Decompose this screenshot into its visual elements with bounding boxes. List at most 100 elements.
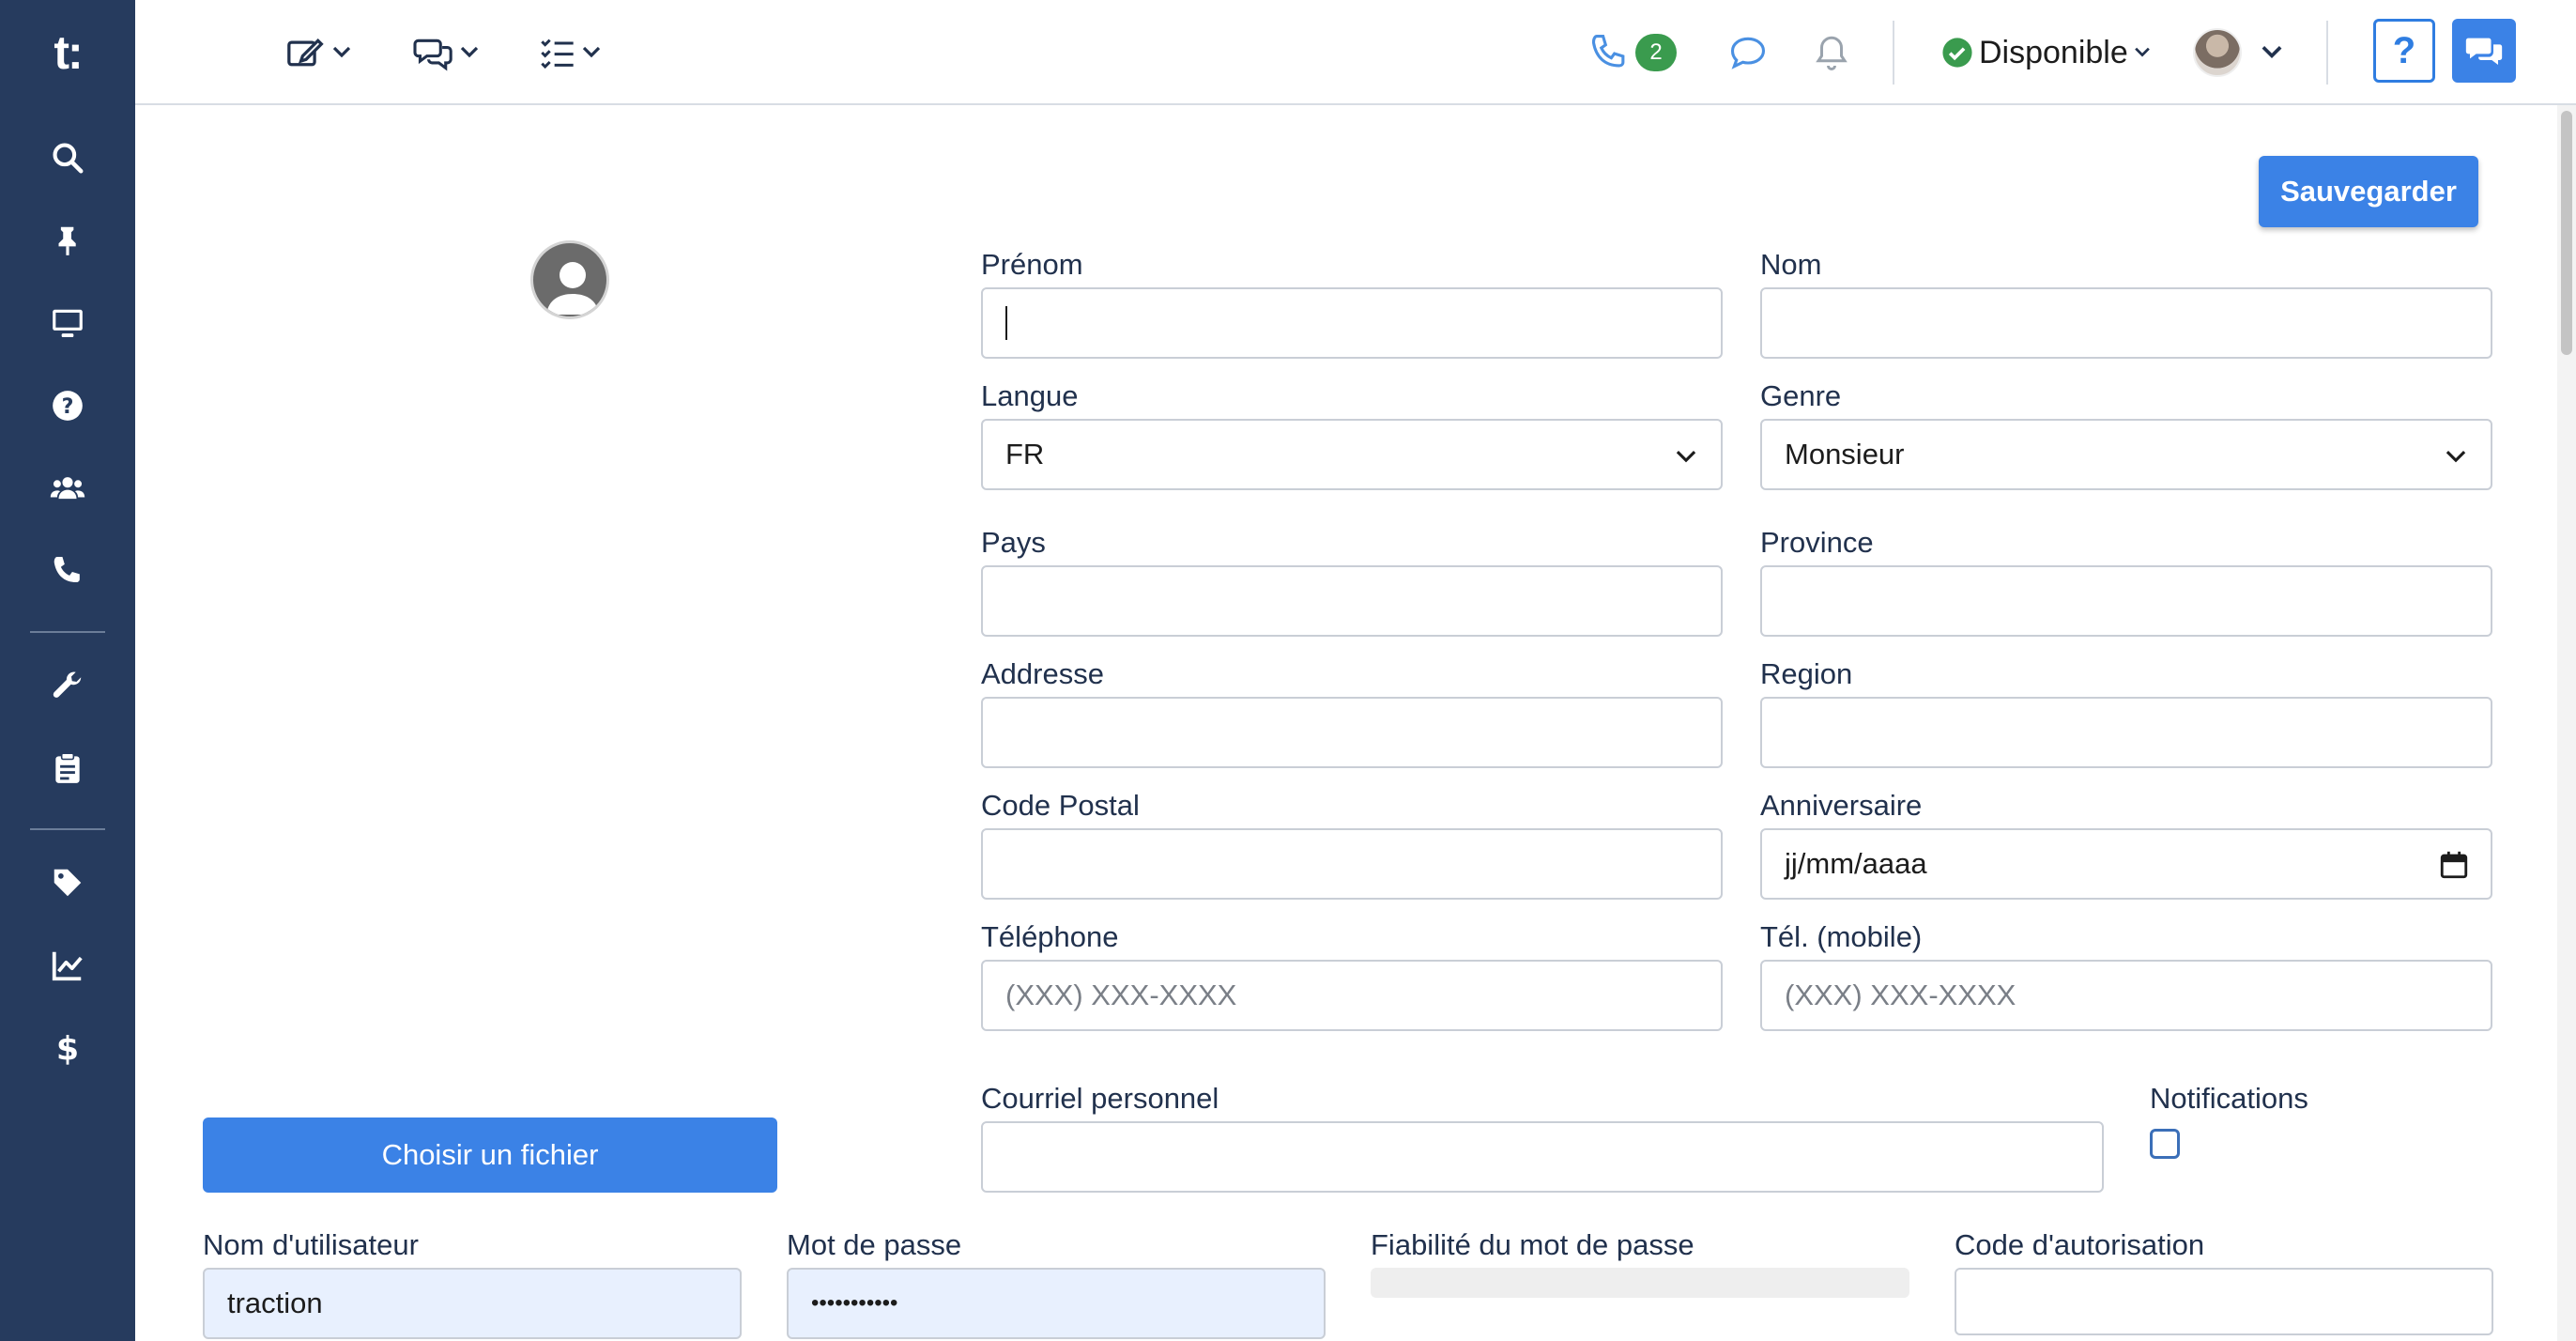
courriel-label: Courriel personnel <box>981 1082 1219 1115</box>
tel-mobile-input[interactable]: (XXX) XXX-XXXX <box>1760 960 2492 1031</box>
password-value: ••••••••••• <box>811 1290 898 1316</box>
password-strength-meter <box>1371 1268 1909 1298</box>
messages-button[interactable] <box>1727 23 1769 83</box>
status-dropdown[interactable]: Disponible <box>1941 23 2151 83</box>
region-label: Region <box>1760 657 1853 690</box>
password-input[interactable]: ••••••••••• <box>787 1268 1326 1339</box>
chat-panel-button[interactable] <box>2452 19 2516 83</box>
sidebar-divider <box>30 828 105 830</box>
nom-input[interactable] <box>1760 287 2492 359</box>
sidebar-item-phone[interactable] <box>0 541 135 601</box>
user-silhouette-icon <box>546 262 599 315</box>
telephone-placeholder: (XXX) XXX-XXXX <box>1005 979 1237 1011</box>
help-circle-icon: ? <box>53 391 83 421</box>
username-value: traction <box>227 1287 323 1319</box>
sidebar-item-pin[interactable] <box>0 210 135 270</box>
sidebar-item-help[interactable]: ? <box>0 376 135 436</box>
password-strength-label: Fiabilité du mot de passe <box>1371 1228 1694 1261</box>
chevron-down-icon <box>2446 450 2466 463</box>
langue-label: Langue <box>981 379 1079 412</box>
auth-code-label: Code d'autorisation <box>1955 1228 2205 1261</box>
edit-icon <box>287 38 324 67</box>
region-input[interactable] <box>1760 697 2492 768</box>
phone-icon <box>54 556 80 583</box>
calendar-icon[interactable] <box>2438 849 2470 881</box>
chevron-down-icon <box>460 46 479 58</box>
username-label: Nom d'utilisateur <box>203 1228 419 1261</box>
phone-icon <box>1591 35 1625 68</box>
topbar: 2 Disponible ? <box>135 0 2576 105</box>
sidebar-divider <box>30 631 105 633</box>
province-label: Province <box>1760 526 1874 559</box>
wrench-icon <box>53 671 82 698</box>
addresse-label: Addresse <box>981 657 1104 690</box>
chevron-down-icon <box>1676 450 1696 463</box>
status-label: Disponible <box>1979 34 2128 70</box>
calls-button[interactable]: 2 <box>1588 23 1677 83</box>
sidebar-item-billing[interactable]: $ <box>0 1018 135 1078</box>
sidebar-item-users[interactable] <box>0 458 135 518</box>
prenom-label: Prénom <box>981 248 1083 281</box>
dollar-icon: $ <box>56 1031 79 1066</box>
telephone-label: Téléphone <box>981 920 1119 953</box>
app-logo[interactable]: t: <box>0 0 135 105</box>
anniversaire-value: jj/mm/aaaa <box>1785 847 1927 880</box>
bell-icon <box>1816 36 1848 70</box>
monitor-icon <box>53 309 83 338</box>
telephone-input[interactable]: (XXX) XXX-XXXX <box>981 960 1723 1031</box>
genre-select[interactable]: Monsieur <box>1760 419 2492 490</box>
pays-input[interactable] <box>981 565 1723 637</box>
genre-label: Genre <box>1760 379 1842 412</box>
genre-value: Monsieur <box>1785 438 1905 470</box>
langue-select[interactable]: FR <box>981 419 1723 490</box>
notifications-label: Notifications <box>2150 1082 2308 1115</box>
users-icon <box>50 477 85 500</box>
check-circle-icon <box>1942 38 1972 68</box>
tel-mobile-label: Tél. (mobile) <box>1760 920 1923 953</box>
anniversaire-date-input[interactable]: jj/mm/aaaa <box>1760 828 2492 900</box>
password-label: Mot de passe <box>787 1228 962 1261</box>
help-label: ? <box>2392 29 2416 71</box>
logo-text: t: <box>54 26 83 79</box>
chat-bubbles-icon <box>413 39 452 71</box>
svg-text:$: $ <box>56 1031 79 1066</box>
clipboard-icon <box>55 752 80 783</box>
compose-menu-button[interactable] <box>285 23 351 83</box>
courriel-input[interactable] <box>981 1121 2104 1193</box>
save-button[interactable]: Sauvegarder <box>2259 156 2478 227</box>
scrollbar-thumb[interactable] <box>2561 111 2572 355</box>
chevron-down-icon <box>2134 47 2150 57</box>
tag-icon <box>54 869 82 897</box>
tel-mobile-placeholder: (XXX) XXX-XXXX <box>1785 979 2016 1011</box>
help-button[interactable]: ? <box>2373 19 2435 83</box>
pin-icon <box>58 226 76 255</box>
addresse-input[interactable] <box>981 697 1723 768</box>
sidebar-item-tags[interactable] <box>0 853 135 913</box>
sidebar-item-search[interactable] <box>0 128 135 188</box>
chart-line-icon <box>52 951 83 981</box>
sidebar-item-settings[interactable] <box>0 655 135 716</box>
tasks-menu-button[interactable] <box>539 23 601 83</box>
notifications-button[interactable] <box>1812 23 1851 83</box>
prenom-input[interactable] <box>981 287 1723 359</box>
code-postal-input[interactable] <box>981 828 1723 900</box>
username-input[interactable]: traction <box>203 1268 742 1339</box>
sidebar-item-clipboard[interactable] <box>0 738 135 798</box>
avatar <box>2193 28 2242 77</box>
notifications-checkbox[interactable] <box>2150 1129 2180 1159</box>
user-menu-button[interactable] <box>2193 23 2283 83</box>
auth-code-input[interactable] <box>1955 1268 2493 1335</box>
svg-text:?: ? <box>62 394 74 419</box>
calls-count-badge: 2 <box>1635 34 1677 71</box>
chevron-down-icon <box>582 46 601 58</box>
code-postal-label: Code Postal <box>981 789 1140 822</box>
sidebar-item-monitor[interactable] <box>0 293 135 353</box>
nom-label: Nom <box>1760 248 1822 281</box>
text-caret <box>1005 306 1007 340</box>
anniversaire-label: Anniversaire <box>1760 789 1923 822</box>
choose-file-button[interactable]: Choisir un fichier <box>203 1118 777 1193</box>
sidebar-item-reports[interactable] <box>0 935 135 995</box>
conversations-menu-button[interactable] <box>413 23 479 83</box>
profile-avatar[interactable] <box>530 240 609 319</box>
province-input[interactable] <box>1760 565 2492 637</box>
